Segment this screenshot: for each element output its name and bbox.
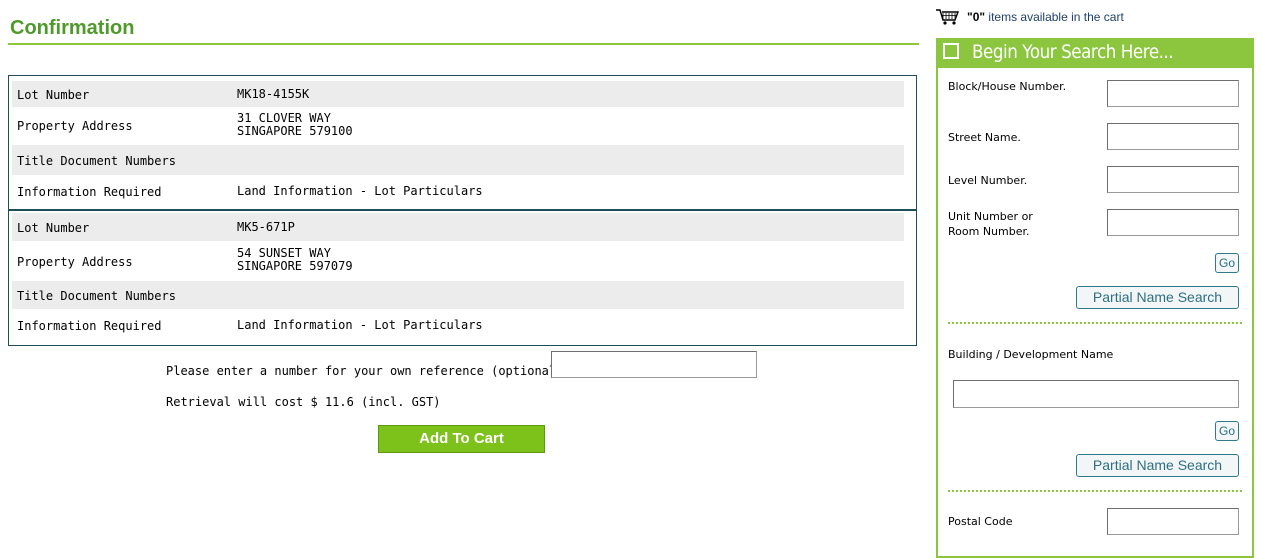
property-address-label: Property Address: [17, 255, 133, 269]
title-document-label: Title Document Numbers: [17, 289, 176, 303]
cart-status-text: items available in the cart: [985, 10, 1124, 24]
information-required-label: Information Required: [17, 319, 162, 333]
retrieval-cost-text: Retrieval will cost $ 11.6 (incl. GST): [166, 395, 441, 409]
block-house-input[interactable]: [1107, 80, 1239, 107]
section-divider: [948, 322, 1242, 324]
property-address-line-2: SINGAPORE 579100: [237, 124, 353, 138]
building-go-button[interactable]: Go: [1215, 421, 1239, 441]
information-required-value: Land Information - Lot Particulars: [237, 184, 483, 198]
lot-number-value: MK18-4155K: [237, 87, 310, 101]
lot-details-block-1: Lot Number MK18-4155K Property Address 3…: [8, 75, 917, 211]
level-number-input[interactable]: [1107, 166, 1239, 193]
lot-number-label: Lot Number: [17, 88, 90, 102]
cart-count: "0": [967, 10, 986, 24]
building-name-label: Building / Development Name: [948, 348, 1114, 361]
title-document-row: Title Document Numbers: [12, 281, 904, 309]
information-required-label: Information Required: [17, 185, 162, 199]
lot-number-row: Lot Number MK5-671P: [12, 213, 904, 241]
title-document-row: Title Document Numbers: [12, 145, 904, 175]
information-required-row: Information Required Land Information - …: [12, 175, 904, 205]
add-to-cart-button[interactable]: Add To Cart: [378, 425, 545, 453]
reference-number-input[interactable]: [551, 351, 757, 378]
postal-code-label: Postal Code: [948, 515, 1013, 528]
information-required-row: Information Required Land Information - …: [12, 309, 904, 339]
reference-prompt: Please enter a number for your own refer…: [166, 364, 578, 378]
property-address-row: Property Address 31 CLOVER WAY SINGAPORE…: [12, 107, 904, 145]
unit-number-label: Unit Number or Room Number.: [948, 210, 1033, 238]
address-go-button[interactable]: Go: [1215, 253, 1239, 273]
property-address-line-2: SINGAPORE 597079: [237, 259, 353, 273]
address-partial-name-search-button[interactable]: Partial Name Search: [1076, 286, 1239, 309]
street-name-label: Street Name.: [948, 131, 1021, 144]
unit-number-input[interactable]: [1107, 209, 1239, 236]
lot-number-label: Lot Number: [17, 221, 90, 235]
level-number-label: Level Number.: [948, 174, 1028, 187]
cart-icon: [936, 9, 960, 25]
lot-number-value: MK5-671P: [237, 220, 295, 234]
block-house-label: Block/House Number.: [948, 80, 1067, 93]
header-box-icon: [943, 43, 959, 59]
page-title: Confirmation: [10, 17, 135, 39]
building-name-input[interactable]: [953, 380, 1239, 408]
information-required-value: Land Information - Lot Particulars: [237, 318, 483, 332]
property-address-row: Property Address 54 SUNSET WAY SINGAPORE…: [12, 241, 904, 281]
lot-details-block-2: Lot Number MK5-671P Property Address 54 …: [8, 210, 917, 346]
search-panel-title: Begin Your Search Here...: [972, 41, 1174, 63]
property-address-label: Property Address: [17, 119, 133, 133]
postal-code-input[interactable]: [1107, 508, 1239, 535]
street-name-input[interactable]: [1107, 123, 1239, 150]
search-panel-header: Begin Your Search Here...: [936, 38, 1254, 68]
section-divider: [948, 490, 1242, 492]
building-partial-name-search-button[interactable]: Partial Name Search: [1076, 454, 1239, 477]
title-divider: [8, 43, 919, 45]
title-document-label: Title Document Numbers: [17, 154, 176, 168]
lot-number-row: Lot Number MK18-4155K: [12, 81, 904, 107]
